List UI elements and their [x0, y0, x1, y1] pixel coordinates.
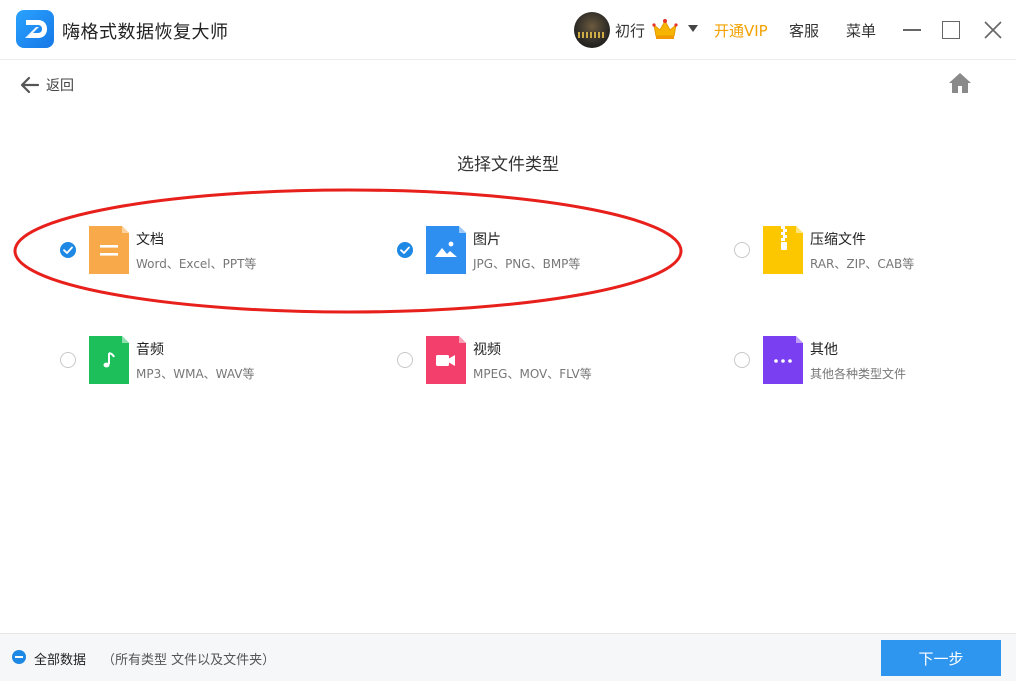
type-desc: Word、Excel、PPT等: [136, 257, 257, 271]
zip-icon: [763, 226, 803, 274]
file-type-document[interactable]: 文档 Word、Excel、PPT等: [60, 225, 360, 275]
file-type-archive[interactable]: 压缩文件 RAR、ZIP、CAB等: [734, 225, 1016, 275]
type-name: 视频: [473, 342, 501, 358]
customer-service-link[interactable]: 客服: [789, 20, 819, 41]
type-desc: 其他各种类型文件: [810, 367, 907, 381]
checkbox-archive[interactable]: [734, 242, 750, 258]
checkbox-document[interactable]: [60, 242, 76, 258]
footer-bar: 全部数据 （所有类型 文件以及文件夹） 下一步: [0, 633, 1016, 681]
file-type-image[interactable]: 图片 JPG、PNG、BMP等: [397, 225, 697, 275]
checkbox-other[interactable]: [734, 352, 750, 368]
checkbox-audio[interactable]: [60, 352, 76, 368]
maximize-button[interactable]: [942, 21, 960, 39]
minimize-button[interactable]: [902, 19, 922, 41]
type-desc: MPEG、MOV、FLV等: [473, 367, 592, 381]
back-label: 返回: [46, 78, 74, 94]
next-button[interactable]: 下一步: [881, 640, 1001, 676]
app-logo: [16, 10, 54, 48]
file-type-other[interactable]: 其他 其他各种类型文件: [734, 335, 1016, 385]
arrow-left-icon: [20, 76, 40, 94]
type-name: 文档: [136, 232, 164, 248]
more-icon: [763, 336, 803, 384]
checkbox-video[interactable]: [397, 352, 413, 368]
app-title: 嗨格式数据恢复大师: [62, 22, 229, 43]
title-bar: 嗨格式数据恢复大师 初行 开通VIP 客服 菜单: [0, 0, 1016, 60]
all-data-label[interactable]: 全部数据: [34, 649, 86, 668]
username[interactable]: 初行: [615, 20, 645, 41]
type-name: 音频: [136, 342, 164, 358]
home-icon[interactable]: [948, 72, 972, 94]
close-button[interactable]: [982, 19, 1004, 41]
avatar[interactable]: [574, 12, 610, 48]
crown-icon: [652, 19, 678, 39]
caret-down-icon[interactable]: [688, 25, 698, 32]
minus-circle-icon[interactable]: [12, 650, 26, 664]
type-name: 图片: [473, 232, 501, 248]
back-button[interactable]: 返回: [20, 74, 74, 96]
video-icon: [426, 336, 466, 384]
type-desc: RAR、ZIP、CAB等: [810, 257, 915, 271]
section-title: 选择文件类型: [457, 155, 559, 175]
document-icon: [89, 226, 129, 274]
file-type-video[interactable]: 视频 MPEG、MOV、FLV等: [397, 335, 697, 385]
type-desc: MP3、WMA、WAV等: [136, 367, 255, 381]
image-icon: [426, 226, 466, 274]
vip-link[interactable]: 开通VIP: [714, 20, 768, 41]
type-desc: JPG、PNG、BMP等: [473, 257, 581, 271]
type-name: 其他: [810, 342, 838, 358]
menu-link[interactable]: 菜单: [846, 20, 876, 41]
file-type-audio[interactable]: 音频 MP3、WMA、WAV等: [60, 335, 360, 385]
all-data-desc: （所有类型 文件以及文件夹）: [102, 653, 276, 668]
checkbox-image[interactable]: [397, 242, 413, 258]
music-icon: [89, 336, 129, 384]
type-name: 压缩文件: [810, 232, 866, 248]
